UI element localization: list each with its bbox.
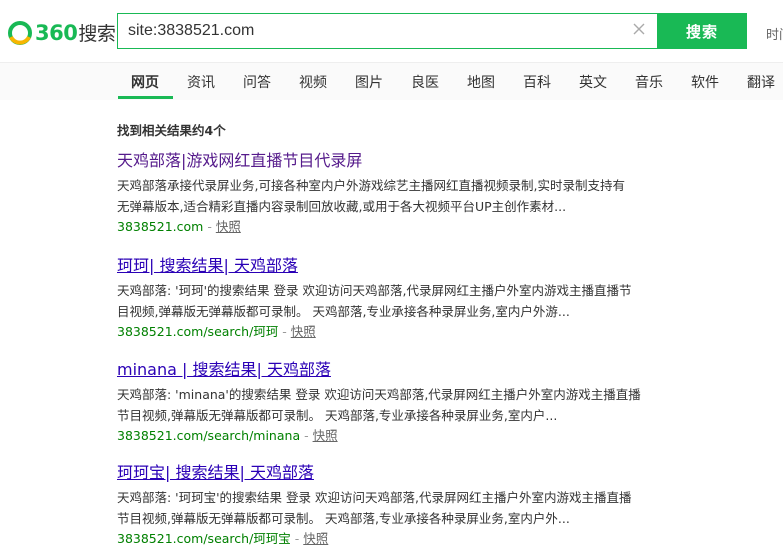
logo-text: 360搜索 [35,20,116,45]
tab-qa[interactable]: 问答 [243,72,271,92]
snippet-line: 目视频,弹幕版无弹幕版都可录制。 天鸡部落,专业承接各种录屏业务,室内户外游..… [117,304,570,319]
header: 360搜索 搜索 时间 [0,0,783,62]
snippet-line: 天鸡部落: '珂珂'的搜索结果 登录 欢迎访问天鸡部落,代录屏网红主播户外室内游… [117,283,632,298]
cache-link[interactable]: 快照 [303,531,328,546]
result-meta: 3838521.com/search/珂珂 - 快照 [117,322,667,342]
360-logo-icon [8,21,32,45]
tab-images[interactable]: 图片 [355,72,383,92]
search-result: 珂珂宝| 搜索结果| 天鸡部落 天鸡部落: '珂珂宝'的搜索结果 登录 欢迎访问… [117,463,667,549]
tab-baike[interactable]: 百科 [523,72,551,92]
result-meta: 3838521.com/search/minana - 快照 [117,426,667,446]
snippet-line: 无弹幕版本,适合精彩直播内容录制回放收藏,或用于各大视频平台UP主创作素材... [117,199,567,214]
clear-icon[interactable] [632,22,646,36]
meta-separator: - [290,531,304,546]
results-count: 找到相关结果约4个 [117,123,226,138]
result-url: 3838521.com/search/minana [117,428,301,443]
snippet-line: 节目视频,弹幕版无弹幕版都可录制。 天鸡部落,专业承接各种录屏业务,室内户... [117,408,558,423]
snippet-line: 天鸡部落承接代录屏业务,可接各种室内户外游戏综艺主播网红直播视频录制,实时录制支… [117,178,625,193]
search-button[interactable]: 搜索 [657,13,747,49]
meta-separator: - [300,428,313,443]
result-meta: 3838521.com - 快照 [117,217,667,237]
result-url: 3838521.com/search/珂珂 [117,324,279,339]
snippet-line: 节目视频,弹幕版无弹幕版都可录制。 天鸡部落,专业承接各种录屏业务,室内户外..… [117,511,570,526]
search-result: 天鸡部落|游戏网红直播节目代录屏 天鸡部落承接代录屏业务,可接各种室内户外游戏综… [117,151,667,237]
snippet-line: 天鸡部落: '珂珂宝'的搜索结果 登录 欢迎访问天鸡部落,代录屏网红主播户外室内… [117,490,632,505]
tab-video[interactable]: 视频 [299,72,327,92]
logo[interactable]: 360搜索 [7,18,116,48]
search-nav: 网页 资讯 问答 视频 图片 良医 地图 百科 英文 音乐 软件 翻译 [0,62,783,100]
tab-translate[interactable]: 翻译 [747,72,775,92]
tab-software[interactable]: 软件 [691,72,719,92]
logo-number: 360 [35,20,78,45]
result-title-link[interactable]: 天鸡部落|游戏网红直播节目代录屏 [117,151,667,171]
result-url: 3838521.com/search/珂珂宝 [117,531,291,546]
tab-english[interactable]: 英文 [579,72,607,92]
meta-separator: - [203,219,216,234]
cache-link[interactable]: 快照 [291,324,316,339]
logo-label: 搜索 [78,22,116,45]
result-snippet: 天鸡部落: 'minana'的搜索结果 登录 欢迎访问天鸡部落,代录屏网红主播户… [117,384,657,426]
tab-map[interactable]: 地图 [467,72,495,92]
result-title-link[interactable]: 珂珂宝| 搜索结果| 天鸡部落 [117,463,667,483]
cache-link[interactable]: 快照 [216,219,241,234]
search-result: 珂珂| 搜索结果| 天鸡部落 天鸡部落: '珂珂'的搜索结果 登录 欢迎访问天鸡… [117,256,667,342]
search-input[interactable] [128,14,608,48]
result-snippet: 天鸡部落承接代录屏业务,可接各种室内户外游戏综艺主播网红直播视频录制,实时录制支… [117,175,657,217]
snippet-line: 天鸡部落: 'minana'的搜索结果 登录 欢迎访问天鸡部落,代录屏网红主播户… [117,387,641,402]
result-url: 3838521.com [117,219,204,234]
search-result: minana | 搜索结果| 天鸡部落 天鸡部落: 'minana'的搜索结果 … [117,360,667,446]
tab-health[interactable]: 良医 [411,72,439,92]
tab-web[interactable]: 网页 [131,72,159,92]
result-title-link[interactable]: 珂珂| 搜索结果| 天鸡部落 [117,256,667,276]
result-meta: 3838521.com/search/珂珂宝 - 快照 [117,529,667,549]
cache-link[interactable]: 快照 [313,428,338,443]
meta-separator: - [278,324,291,339]
result-snippet: 天鸡部落: '珂珂宝'的搜索结果 登录 欢迎访问天鸡部落,代录屏网红主播户外室内… [117,487,657,529]
tab-music[interactable]: 音乐 [635,72,663,92]
search-box [117,13,657,49]
tab-news[interactable]: 资讯 [187,72,215,92]
result-title-link[interactable]: minana | 搜索结果| 天鸡部落 [117,360,667,380]
result-snippet: 天鸡部落: '珂珂'的搜索结果 登录 欢迎访问天鸡部落,代录屏网红主播户外室内游… [117,280,657,322]
time-filter-link[interactable]: 时间 [766,24,783,43]
active-tab-indicator [118,96,173,99]
